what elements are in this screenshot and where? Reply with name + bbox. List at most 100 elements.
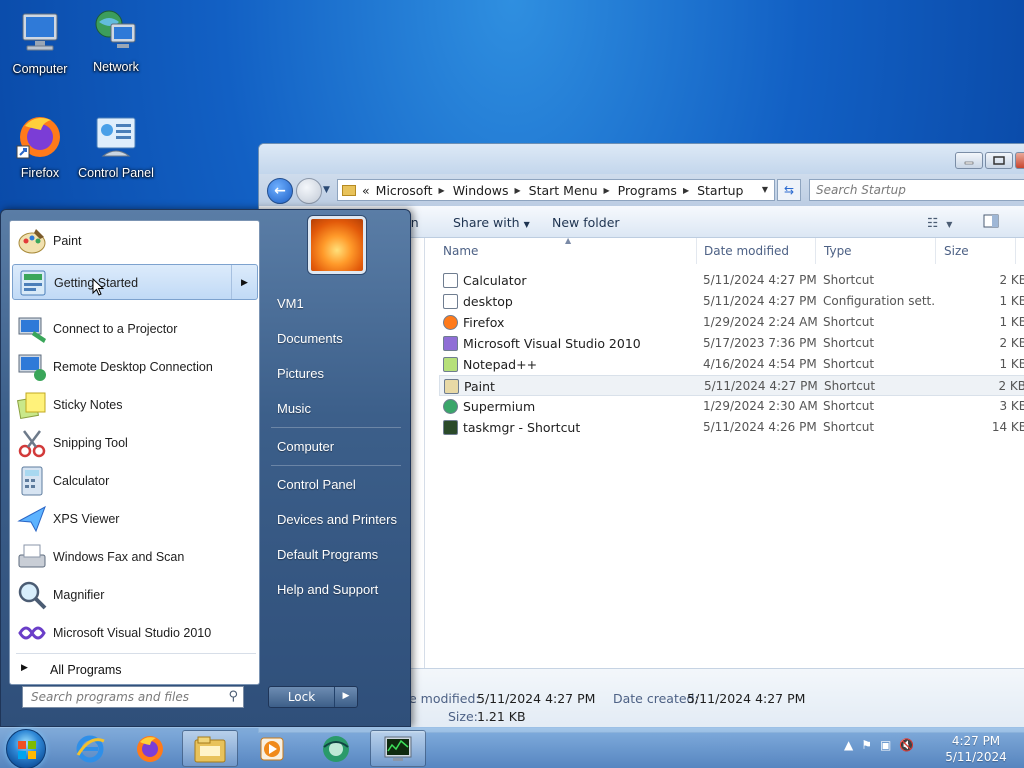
start-item-magnifier[interactable]: Magnifier (12, 577, 258, 613)
search-input[interactable]: Search Startup (809, 179, 1024, 201)
file-size: 2 KB (999, 273, 1024, 287)
start-item-visual-studio[interactable]: Microsoft Visual Studio 2010 (12, 615, 258, 651)
taskbar-task-manager[interactable] (370, 730, 426, 767)
view-options-button[interactable]: ☷ ▼ (927, 215, 952, 230)
start-item-calculator[interactable]: Calculator (12, 463, 258, 499)
column-header-type[interactable]: Type (816, 238, 936, 264)
file-type: Shortcut (823, 420, 875, 434)
start-item-label: Paint (53, 234, 82, 248)
file-row[interactable]: Calculator 5/11/2024 4:27 PM Shortcut 2 … (439, 270, 1024, 291)
start-link-devices-printers[interactable]: Devices and Printers (277, 512, 397, 527)
forward-button[interactable] (296, 178, 322, 204)
breadcrumb-programs[interactable]: Programs (618, 183, 677, 198)
breadcrumb-start-menu[interactable]: Start Menu (529, 183, 598, 198)
network-status-icon[interactable]: ▣ (880, 738, 891, 752)
window-controls (955, 152, 1024, 169)
remote-desktop-icon (18, 354, 46, 381)
start-item-connect-projector[interactable]: Connect to a Projector (12, 311, 258, 347)
refresh-button[interactable]: ⇆ (777, 179, 801, 201)
taskbar-firefox[interactable] (122, 730, 178, 767)
maximize-button[interactable] (985, 152, 1013, 169)
start-link-help-support[interactable]: Help and Support (277, 582, 378, 597)
desktop-icon-firefox[interactable]: Firefox (2, 112, 78, 180)
recent-pages-dropdown[interactable]: ▼ (323, 185, 330, 195)
all-programs-button[interactable]: ▶ All Programs (10, 657, 259, 683)
task-manager-icon (443, 420, 458, 435)
file-row[interactable]: taskmgr - Shortcut 5/11/2024 4:26 PM Sho… (439, 417, 1024, 438)
file-row[interactable]: Microsoft Visual Studio 2010 5/17/2023 7… (439, 333, 1024, 354)
chevron-right-icon[interactable]: ▶ (604, 186, 610, 195)
start-link-computer[interactable]: Computer (277, 439, 334, 454)
minimize-button[interactable] (955, 152, 983, 169)
divider (16, 653, 256, 654)
file-date: 5/17/2023 7:36 PM (703, 336, 817, 350)
taskbar-supermium[interactable] (308, 730, 364, 767)
taskbar-clock[interactable]: 4:27 PM 5/11/2024 (940, 733, 1012, 765)
start-item-remote-desktop[interactable]: Remote Desktop Connection (12, 349, 258, 385)
chevron-right-icon[interactable]: ▶ (439, 186, 445, 195)
breadcrumb-windows[interactable]: Windows (453, 183, 509, 198)
file-row[interactable]: Firefox 1/29/2024 2:24 AM Shortcut 1 KB (439, 312, 1024, 333)
desktop-icon-network[interactable]: Network (78, 6, 154, 74)
taskbar-windows-explorer[interactable] (182, 730, 238, 767)
start-item-paint[interactable]: Paint (12, 223, 258, 259)
user-picture[interactable] (308, 216, 366, 274)
start-link-music[interactable]: Music (277, 401, 311, 416)
taskbar-internet-explorer[interactable] (62, 730, 118, 767)
chevron-right-icon[interactable]: ▶ (515, 186, 521, 195)
start-link-control-panel[interactable]: Control Panel (277, 477, 356, 492)
column-header-date[interactable]: Date modified (696, 238, 816, 264)
column-header-size[interactable]: Size (936, 238, 1016, 264)
divider (271, 427, 401, 428)
share-with-button[interactable]: Share with ▼ (453, 215, 530, 230)
fax-scan-icon (18, 544, 46, 568)
start-item-getting-started[interactable]: Getting Started ▶ (12, 264, 258, 300)
breadcrumb-microsoft[interactable]: Microsoft (376, 183, 433, 198)
start-button[interactable] (6, 729, 46, 768)
breadcrumb-overflow[interactable]: « (362, 183, 370, 198)
desktop-icon-computer[interactable]: Computer (2, 8, 78, 76)
getting-started-icon (20, 270, 46, 296)
file-row[interactable]: Notepad++ 4/16/2024 4:54 PM Shortcut 1 K… (439, 354, 1024, 375)
new-folder-button[interactable]: New folder (552, 215, 620, 230)
start-item-label: Sticky Notes (53, 398, 123, 412)
start-item-snipping-tool[interactable]: Snipping Tool (12, 425, 258, 461)
start-item-sticky-notes[interactable]: Sticky Notes (12, 387, 258, 423)
start-link-default-programs[interactable]: Default Programs (277, 547, 378, 562)
back-button[interactable]: ← (267, 178, 293, 204)
start-link-user[interactable]: VM1 (277, 296, 304, 311)
task-manager-icon (384, 736, 412, 761)
start-link-pictures[interactable]: Pictures (277, 366, 324, 381)
submenu-arrow-icon[interactable]: ▶ (231, 265, 257, 299)
start-item-xps-viewer[interactable]: XPS Viewer (12, 501, 258, 537)
xps-viewer-icon (17, 505, 46, 533)
paint-icon (18, 229, 46, 254)
clock-time: 4:27 PM (951, 734, 1001, 748)
breadcrumb-startup[interactable]: Startup (697, 183, 743, 198)
shutdown-options-arrow-icon[interactable]: ▶ (335, 687, 357, 707)
start-item-label: Magnifier (53, 588, 105, 602)
minimize-icon (964, 161, 974, 164)
start-search-input[interactable]: Search programs and files ⚲ (22, 686, 244, 708)
windows-logo-icon (18, 741, 36, 759)
file-row[interactable]: desktop 5/11/2024 4:27 PM Configuration … (439, 291, 1024, 312)
action-center-flag-icon[interactable]: ⚑ (861, 738, 872, 752)
window-title-bar[interactable] (259, 144, 1024, 174)
desktop-icon-control-panel[interactable]: Control Panel (78, 112, 154, 180)
start-item-fax-scan[interactable]: Windows Fax and Scan (12, 539, 258, 575)
lock-button[interactable]: Lock ▶ (268, 686, 358, 708)
chevron-right-icon[interactable]: ▶ (683, 186, 689, 195)
file-row[interactable]: Supermium 1/29/2024 2:30 AM Shortcut 3 K… (439, 396, 1024, 417)
file-row-selected[interactable]: Paint 5/11/2024 4:27 PM Shortcut 2 KB (439, 375, 1024, 396)
show-hidden-icons-icon[interactable]: ▲ (844, 738, 853, 752)
close-button[interactable] (1015, 152, 1024, 169)
address-bar[interactable]: « Microsoft ▶ Windows ▶ Start Menu ▶ Pro… (337, 179, 775, 201)
volume-muted-icon[interactable]: 🔇 (899, 738, 914, 752)
preview-pane-button[interactable] (983, 213, 999, 232)
taskbar-media-player[interactable] (244, 730, 300, 767)
start-link-documents[interactable]: Documents (277, 331, 343, 346)
file-type: Shortcut (823, 273, 875, 287)
search-icon[interactable]: ⚲ (228, 689, 238, 704)
column-header-name[interactable]: Name ▲ (435, 236, 697, 264)
chevron-down-icon[interactable]: ▼ (762, 185, 768, 194)
